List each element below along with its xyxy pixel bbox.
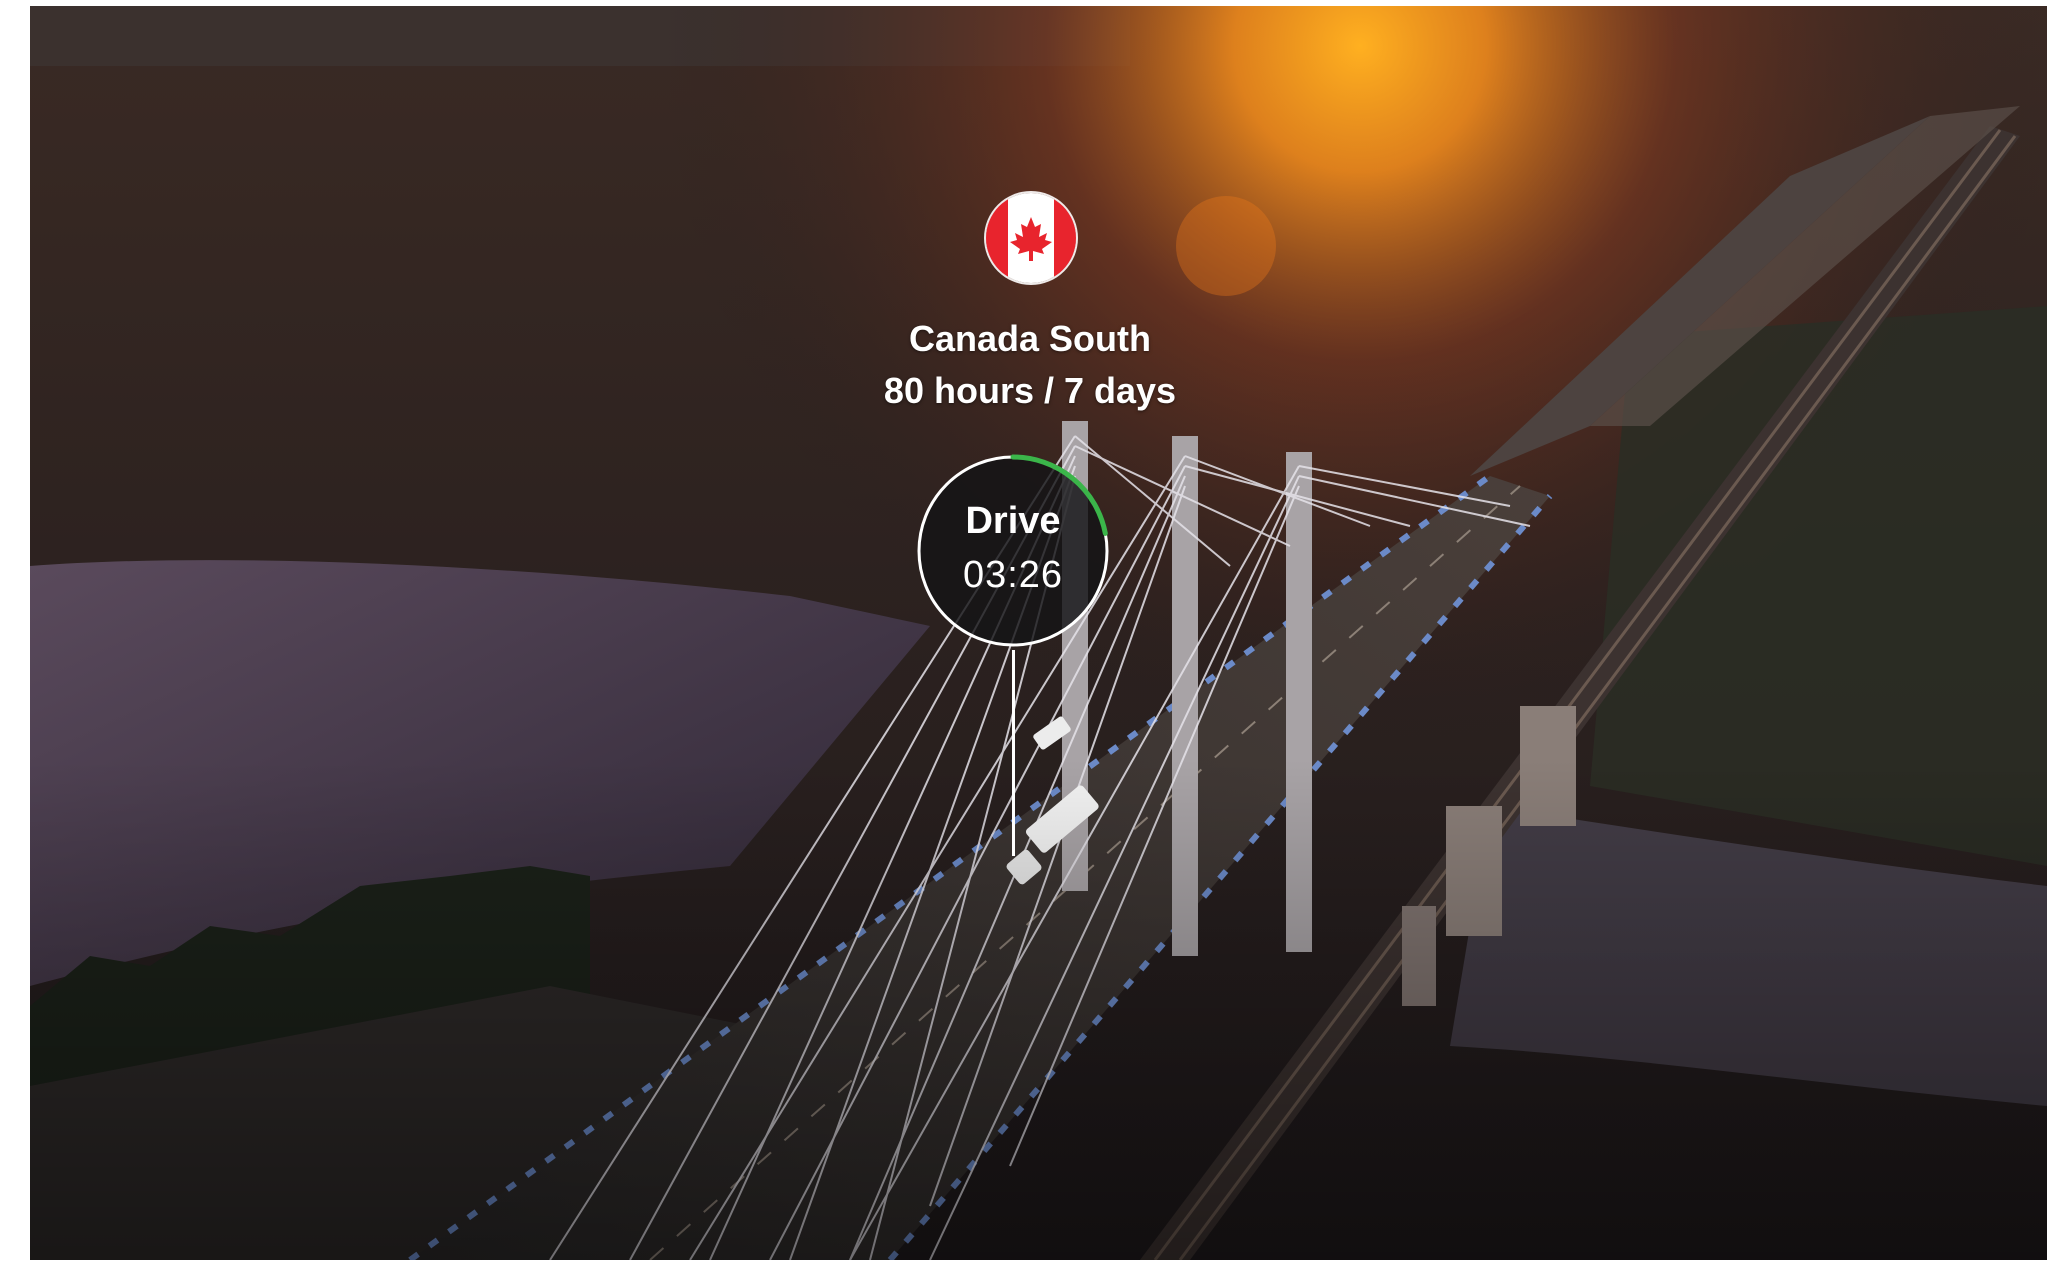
drive-timer: Drive 03:26 [916,454,1110,648]
duty-status-label: Drive [965,500,1061,542]
canada-flag-icon [986,193,1076,283]
time-remaining: 03:26 [962,554,1064,596]
timer-connector-line [1012,650,1015,856]
region-name: Canada South [908,318,1151,359]
cycle-rule: 80 hours / 7 days [883,370,1177,411]
